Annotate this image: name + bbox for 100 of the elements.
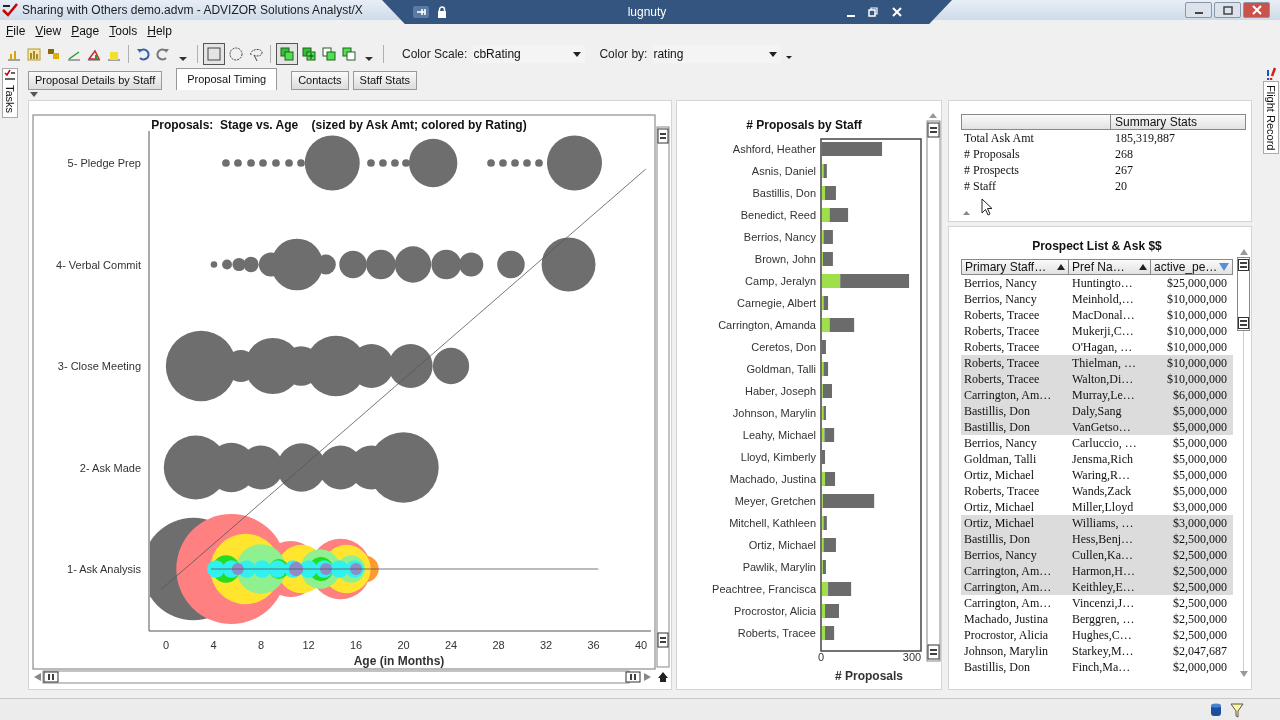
scroll-grip-icon[interactable]	[1238, 317, 1249, 329]
axis-label: 2- Ask Made	[79, 461, 141, 474]
axis-label: Ceretos, Don	[751, 341, 816, 353]
table-cell-text: Daly,Sang	[1071, 403, 1123, 419]
table-cell-text: Keithley,E…	[1071, 579, 1136, 595]
scrollbar[interactable]	[1237, 257, 1250, 331]
squares-icon[interactable]	[321, 46, 337, 62]
table-row[interactable]: Bastillis, Don Hess,Benj… $2,500,000	[961, 531, 1233, 547]
side-tab[interactable]: Tasks	[2, 68, 18, 119]
column-chart-icon[interactable]	[26, 46, 42, 62]
axis-label: Carnegie, Albert	[737, 297, 816, 309]
home-icon[interactable]	[658, 672, 668, 682]
expand-icon[interactable]	[963, 211, 970, 215]
filter-icon[interactable]	[1230, 701, 1244, 718]
scroll-up-icon[interactable]	[1239, 249, 1248, 255]
table-row[interactable]: Berrios, Nancy Cullen,Ka… $2,500,000	[961, 547, 1233, 563]
table-cell-text: Wands,Zack	[1071, 483, 1133, 499]
table-cell-text: MacDonal…	[1071, 307, 1136, 323]
axis-label: Carrington, Amanda	[718, 319, 816, 331]
table-cell-text: $10,000,000	[1166, 339, 1228, 355]
squares-icon[interactable]	[341, 46, 357, 62]
tick-label: 0	[162, 639, 170, 651]
column-header[interactable]: active_pe…	[1151, 259, 1233, 275]
menu-item[interactable]: File	[6, 22, 26, 40]
tab[interactable]: Staff Stats	[352, 71, 418, 90]
table-cell-text: $10,000,000	[1166, 355, 1228, 371]
bubble	[541, 237, 596, 292]
scroll-grip-icon[interactable]	[1238, 259, 1249, 271]
menu-item[interactable]: Help	[147, 22, 172, 40]
squares-icon[interactable]	[301, 46, 317, 62]
axis-label: Ortiz, Michael	[748, 539, 816, 551]
scroll-down-icon[interactable]	[1239, 671, 1248, 677]
table-row[interactable]: Roberts, Tracee Walton,Di… $10,000,000	[961, 371, 1233, 387]
bar	[822, 450, 826, 464]
minimize-button[interactable]	[1185, 2, 1212, 18]
field-label: Color by:	[599, 46, 648, 63]
circle-select-icon[interactable]	[228, 46, 244, 62]
maximize-button[interactable]	[1214, 2, 1241, 18]
bubble	[366, 249, 396, 280]
squares-icon[interactable]	[276, 43, 298, 65]
tab[interactable]: Proposal Timing	[176, 68, 278, 90]
restore-icon[interactable]	[868, 7, 878, 17]
bubble	[432, 347, 470, 385]
scrollbar[interactable]	[926, 113, 941, 662]
scrollbar[interactable]	[34, 670, 651, 684]
pin-icon[interactable]	[412, 5, 430, 19]
table-cell-text: Berrios, Nancy	[963, 547, 1038, 563]
close-icon[interactable]	[892, 7, 902, 17]
dropdown[interactable]: rating	[653, 45, 782, 63]
lasso-icon[interactable]	[248, 46, 264, 62]
table-cell-text: $2,047,687	[1172, 643, 1228, 659]
table-cell-text: Bastillis, Don	[963, 531, 1031, 547]
table-cell-text: Cullen,Ka…	[1071, 547, 1134, 563]
cursor-icon	[981, 198, 993, 216]
table-row[interactable]: Roberts, Tracee Thielman, … $10,000,000	[961, 355, 1233, 371]
tick-label: 12	[302, 639, 315, 651]
close-button[interactable]	[1243, 2, 1270, 18]
table-row[interactable]: Bastillis, Don VanGetso… $5,000,000	[961, 419, 1233, 435]
table-cell-text: Roberts, Tracee	[963, 323, 1041, 339]
table-cell-text: Bastillis, Don	[963, 659, 1031, 675]
table-cell-text: Johnson, Marylin	[963, 643, 1049, 659]
table-row[interactable]: Carrington, Am… Murray,Le… $6,000,000	[961, 387, 1233, 403]
table-cell-text: $25,000,000	[1166, 275, 1228, 291]
rectangle-select-icon[interactable]	[203, 43, 225, 65]
menu-item[interactable]: View	[35, 22, 62, 40]
tab[interactable]: Contacts	[291, 71, 349, 90]
table-cell-text: # Proposals	[963, 146, 1021, 162]
undo-icon[interactable]	[135, 46, 151, 62]
axis-label: Pawlik, Marylin	[742, 561, 816, 573]
dropdown[interactable]: cbRating	[473, 45, 586, 63]
tab[interactable]: Proposal Details by Staff	[28, 71, 163, 90]
menu-item[interactable]: Tools	[109, 22, 138, 40]
collapse-icon[interactable]	[30, 92, 38, 97]
menu-item[interactable]: Page	[71, 22, 100, 40]
table-cell-text: Carrington, Am…	[963, 579, 1053, 595]
redo-icon[interactable]	[155, 46, 171, 62]
block-chart-icon[interactable]	[46, 46, 62, 62]
axis-label: Machado, Justina	[729, 473, 816, 485]
table-cell-text: $2,500,000	[1172, 579, 1228, 595]
bubble	[232, 257, 246, 272]
table-cell-text: VanGetso…	[1071, 419, 1132, 435]
table-cell-text: $10,000,000	[1166, 371, 1228, 387]
table-cell-text: $2,500,000	[1172, 547, 1228, 563]
table-cell-text: $2,500,000	[1172, 627, 1228, 643]
scrollbar[interactable]	[656, 126, 670, 668]
tick-label: 8	[257, 639, 265, 651]
column-header[interactable]: Pref Na…	[1069, 259, 1151, 275]
table-cell-text: Carrington, Am…	[963, 595, 1053, 611]
table-row[interactable]: Carrington, Am… Harmon,H… $2,500,000	[961, 563, 1233, 579]
column-header: Summary Stats	[1111, 114, 1246, 130]
column-header[interactable]: Primary Staff…	[961, 259, 1069, 275]
axis-label: 4- Verbal Commit	[56, 258, 141, 271]
side-tab[interactable]: Flight Record	[1263, 81, 1279, 155]
table-cell-text: $2,000,000	[1172, 659, 1228, 675]
axis-label: Meyer, Gretchen	[734, 495, 816, 507]
axis-label: Bastillis, Don	[752, 187, 816, 199]
table-row[interactable]: Ortiz, Michael Williams, … $3,000,000	[961, 515, 1233, 531]
tick-label: 0	[817, 651, 825, 663]
table-row[interactable]: Bastillis, Don Daly,Sang $5,000,000	[961, 403, 1233, 419]
table-row[interactable]: Carrington, Am… Keithley,E… $2,500,000	[961, 579, 1233, 595]
